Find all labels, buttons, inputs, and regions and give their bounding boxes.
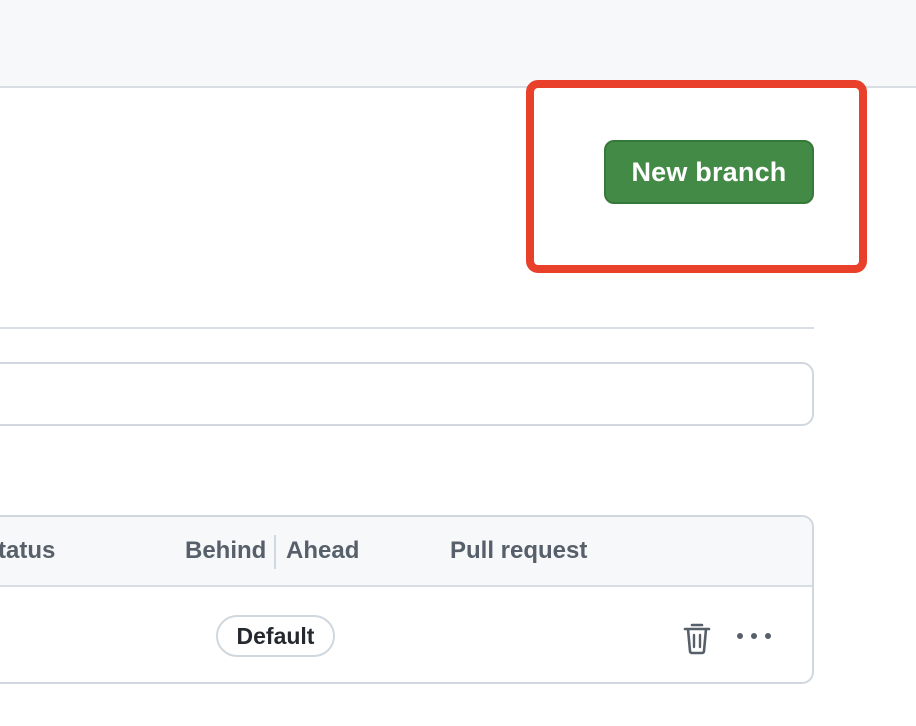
more-actions-icon[interactable] [734,621,774,651]
trash-icon[interactable] [682,621,712,655]
new-branch-button[interactable]: New branch [604,140,814,204]
page-header-bar [0,0,916,88]
column-pull-request: Pull request [450,537,588,564]
default-badge: Default [216,615,335,657]
column-separator [274,535,276,569]
column-ahead: Ahead [286,537,360,564]
column-behind: Behind [185,537,267,564]
column-status: Status [0,537,56,564]
section-divider [0,327,814,329]
branches-table: Status Behind Ahead Pull request Default [0,515,814,684]
branch-search-input[interactable] [0,362,814,426]
table-header: Status Behind Ahead Pull request [0,517,812,587]
